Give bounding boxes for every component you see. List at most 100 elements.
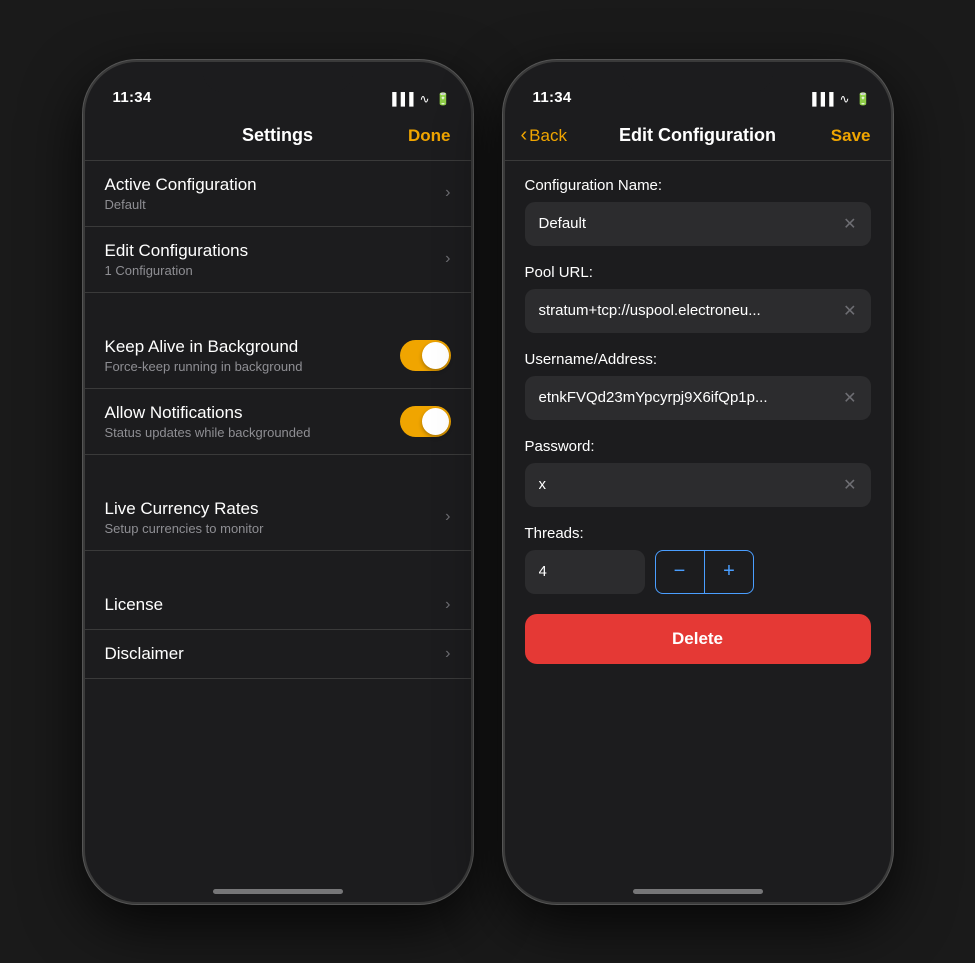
threads-label: Threads: bbox=[525, 525, 871, 542]
disclaimer-content: Disclaimer bbox=[105, 644, 446, 664]
edit-config-right: › bbox=[445, 250, 450, 268]
wifi-icon-2: ∿ bbox=[839, 92, 849, 106]
config-name-input[interactable]: Default ✕ bbox=[525, 202, 871, 246]
battery-icon-2: 🔋 bbox=[856, 92, 871, 106]
chevron-icon: › bbox=[445, 250, 450, 268]
active-config-content: Active Configuration Default bbox=[105, 175, 446, 212]
keep-alive-content: Keep Alive in Background Force-keep runn… bbox=[105, 337, 400, 374]
done-button[interactable]: Done bbox=[408, 126, 451, 146]
save-button[interactable]: Save bbox=[831, 126, 871, 146]
disclaimer-title: Disclaimer bbox=[105, 644, 446, 664]
live-currency-item[interactable]: Live Currency Rates Setup currencies to … bbox=[85, 485, 471, 551]
threads-row: 4 − + bbox=[525, 550, 871, 594]
settings-content: Active Configuration Default › Edit Conf… bbox=[85, 161, 471, 902]
threads-stepper: − + bbox=[655, 550, 755, 594]
edit-form: Configuration Name: Default ✕ Pool URL: … bbox=[505, 161, 891, 902]
allow-notif-content: Allow Notifications Status updates while… bbox=[105, 403, 400, 440]
allow-notif-subtitle: Status updates while backgrounded bbox=[105, 425, 400, 440]
pool-url-value: stratum+tcp://uspool.electroneu... bbox=[539, 302, 761, 319]
edit-config-title: Edit Configuration bbox=[619, 125, 776, 146]
password-group: Password: x ✕ bbox=[525, 438, 871, 507]
back-label: Back bbox=[529, 126, 567, 146]
config-name-group: Configuration Name: Default ✕ bbox=[525, 177, 871, 246]
signal-icon: ▐▐▐ bbox=[388, 92, 414, 106]
back-button[interactable]: ‹ Back bbox=[521, 124, 567, 147]
disclaimer-item[interactable]: Disclaimer › bbox=[85, 630, 471, 679]
password-input[interactable]: x ✕ bbox=[525, 463, 871, 507]
allow-notif-right bbox=[400, 406, 451, 437]
battery-icon: 🔋 bbox=[436, 92, 451, 106]
license-title: License bbox=[105, 595, 446, 615]
username-input[interactable]: etnkFVQd23mYpcyrpj9X6ifQp1p... ✕ bbox=[525, 376, 871, 420]
status-bar-2: 11:34 ▐▐▐ ∿ 🔋 bbox=[505, 62, 891, 112]
chevron-icon: › bbox=[445, 508, 450, 526]
delete-label: Delete bbox=[672, 629, 723, 649]
settings-title: Settings bbox=[242, 125, 313, 146]
allow-notif-title: Allow Notifications bbox=[105, 403, 400, 423]
currency-subtitle: Setup currencies to monitor bbox=[105, 521, 446, 536]
license-right: › bbox=[445, 596, 450, 614]
threads-input[interactable]: 4 bbox=[525, 550, 645, 594]
settings-screen: 11:34 ▐▐▐ ∿ 🔋 Settings Done Active Confi… bbox=[85, 62, 471, 902]
password-value: x bbox=[539, 476, 547, 493]
active-configuration-item[interactable]: Active Configuration Default › bbox=[85, 161, 471, 227]
edit-config-subtitle: 1 Configuration bbox=[105, 263, 446, 278]
increment-label: + bbox=[723, 560, 735, 583]
config-name-label: Configuration Name: bbox=[525, 177, 871, 194]
config-name-value: Default bbox=[539, 215, 587, 232]
allow-notifications-item[interactable]: Allow Notifications Status updates while… bbox=[85, 389, 471, 455]
section-currency: Live Currency Rates Setup currencies to … bbox=[85, 485, 471, 551]
phone-power-btn bbox=[891, 292, 893, 382]
disclaimer-right: › bbox=[445, 645, 450, 663]
chevron-icon: › bbox=[445, 645, 450, 663]
edit-config-screen: 11:34 ▐▐▐ ∿ 🔋 ‹ Back Edit Configuration … bbox=[505, 62, 891, 902]
status-icons-2: ▐▐▐ ∿ 🔋 bbox=[808, 92, 871, 106]
active-config-subtitle: Default bbox=[105, 197, 446, 212]
allow-notif-toggle[interactable] bbox=[400, 406, 451, 437]
keep-alive-subtitle: Force-keep running in background bbox=[105, 359, 400, 374]
keep-alive-toggle[interactable] bbox=[400, 340, 451, 371]
chevron-icon: › bbox=[445, 184, 450, 202]
keep-alive-item[interactable]: Keep Alive in Background Force-keep runn… bbox=[85, 323, 471, 389]
license-item[interactable]: License › bbox=[85, 581, 471, 630]
section-gap-3 bbox=[85, 551, 471, 581]
home-indicator-2 bbox=[633, 889, 763, 894]
section-legal: License › Disclaimer › bbox=[85, 581, 471, 679]
keep-alive-right bbox=[400, 340, 451, 371]
status-time-2: 11:34 bbox=[533, 89, 572, 106]
config-name-clear-icon[interactable]: ✕ bbox=[843, 214, 856, 234]
phone-power-btn bbox=[471, 292, 473, 382]
phone-edit-config: 11:34 ▐▐▐ ∿ 🔋 ‹ Back Edit Configuration … bbox=[503, 60, 893, 904]
password-label: Password: bbox=[525, 438, 871, 455]
edit-config-nav-bar: ‹ Back Edit Configuration Save bbox=[505, 112, 891, 160]
username-value: etnkFVQd23mYpcyrpj9X6ifQp1p... bbox=[539, 389, 768, 406]
phone-settings: 11:34 ▐▐▐ ∿ 🔋 Settings Done Active Confi… bbox=[83, 60, 473, 904]
threads-value: 4 bbox=[539, 563, 547, 580]
username-clear-icon[interactable]: ✕ bbox=[843, 388, 856, 408]
chevron-left-icon: ‹ bbox=[521, 124, 528, 147]
wifi-icon: ∿ bbox=[419, 92, 429, 106]
increment-button[interactable]: + bbox=[705, 551, 753, 593]
section-config: Active Configuration Default › Edit Conf… bbox=[85, 161, 471, 293]
password-clear-icon[interactable]: ✕ bbox=[843, 475, 856, 495]
edit-config-content: Edit Configurations 1 Configuration bbox=[105, 241, 446, 278]
edit-configurations-item[interactable]: Edit Configurations 1 Configuration › bbox=[85, 227, 471, 293]
pool-url-label: Pool URL: bbox=[525, 264, 871, 281]
pool-url-input[interactable]: stratum+tcp://uspool.electroneu... ✕ bbox=[525, 289, 871, 333]
pool-url-group: Pool URL: stratum+tcp://uspool.electrone… bbox=[525, 264, 871, 333]
section-background: Keep Alive in Background Force-keep runn… bbox=[85, 323, 471, 455]
section-gap-1 bbox=[85, 293, 471, 323]
username-label: Username/Address: bbox=[525, 351, 871, 368]
threads-group: Threads: 4 − + bbox=[525, 525, 871, 594]
home-indicator bbox=[213, 889, 343, 894]
decrement-button[interactable]: − bbox=[656, 551, 704, 593]
currency-content: Live Currency Rates Setup currencies to … bbox=[105, 499, 446, 536]
delete-button[interactable]: Delete bbox=[525, 614, 871, 664]
signal-icon-2: ▐▐▐ bbox=[808, 92, 834, 106]
status-time: 11:34 bbox=[113, 89, 152, 106]
active-config-right: › bbox=[445, 184, 450, 202]
currency-title: Live Currency Rates bbox=[105, 499, 446, 519]
status-icons: ▐▐▐ ∿ 🔋 bbox=[388, 92, 451, 106]
username-group: Username/Address: etnkFVQd23mYpcyrpj9X6i… bbox=[525, 351, 871, 420]
pool-url-clear-icon[interactable]: ✕ bbox=[843, 301, 856, 321]
